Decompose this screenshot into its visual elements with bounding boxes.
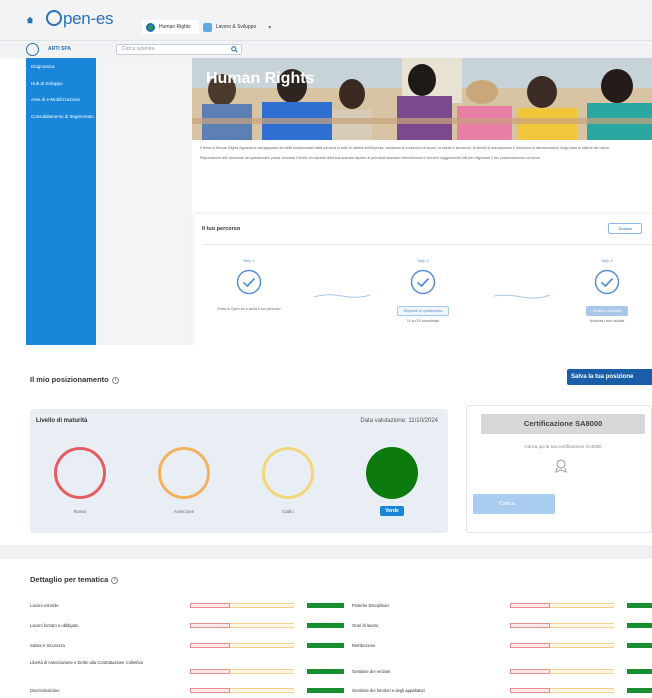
theme-label: Retribuzione: [352, 643, 376, 648]
table-row: Lavoro forzato o obbligato Orari di lavo…: [30, 623, 652, 639]
upload-button[interactable]: Carica: [473, 494, 555, 514]
selected-level-badge: Verde: [380, 506, 404, 516]
level-rosso: Rosso: [50, 447, 110, 514]
search-input[interactable]: Cerca azienda: [116, 44, 242, 55]
certification-title: Certificazione SA8000: [481, 414, 645, 434]
theme-label: Orari di lavoro: [352, 623, 379, 628]
step-status: Analizza i tuoi risultati: [589, 319, 625, 323]
company-logo-icon: [26, 43, 39, 56]
theme-label: Salute e Sicurezza: [30, 643, 65, 648]
sidebar-item-consolidamento[interactable]: Consolidamento di Segmentato: [26, 108, 96, 125]
globe-icon: [146, 22, 155, 32]
step-3-button[interactable]: Analizza i risultati: [586, 306, 628, 316]
level-ring: [366, 447, 418, 499]
step-status: 10 su 10 completate: [406, 319, 440, 323]
step-1: Step 1 Entra in Open-es e avvia il tuo p…: [204, 258, 294, 312]
check-circle-icon: [410, 269, 436, 295]
path-connector: [313, 294, 371, 298]
tab-label: Human Rights: [159, 24, 191, 30]
certification-subtitle: Carica qui la tua certificazione SA8000: [524, 444, 602, 449]
sidebar-nav: Diagnostica Hub di Sviluppo Area di e-Mo…: [26, 58, 96, 345]
path-title: Il tuo percorso: [202, 226, 241, 232]
level-arancione: Arancione: [154, 447, 214, 514]
top-app-bar: pen-es Human Rights Lavoro & Sviluppo ▾: [0, 0, 652, 40]
search-placeholder: Cerca azienda: [122, 46, 155, 52]
theme-label: Gestione dei reclami: [352, 669, 391, 674]
search-icon[interactable]: [231, 46, 238, 53]
check-circle-icon: [236, 269, 262, 295]
path-button[interactable]: Guarda: [608, 223, 642, 234]
sidebar-gutter: [96, 58, 192, 345]
theme-label: Lavoro forzato o obbligato: [30, 623, 79, 628]
table-row: Libertà di Associazione e Diritto alla C…: [30, 660, 652, 676]
theme-label: Gestione dei fornitori e degli appaltato…: [352, 688, 425, 693]
step-label: Step 1: [243, 258, 255, 263]
path-card: Il tuo percorso Guarda Step 1 Entra in O…: [194, 214, 652, 345]
level-ring: [262, 447, 314, 499]
folder-icon: [202, 22, 212, 32]
home-icon[interactable]: [26, 16, 34, 24]
theme-label: Discriminazione: [30, 688, 60, 693]
step-description: Entra in Open-es e avvia il tuo percorso: [217, 307, 281, 311]
hero-title: Human Rights: [206, 70, 315, 87]
company-bar: ARTI SPA Cerca azienda: [0, 40, 652, 58]
table-row: Lavoro minorile Pratiche Disciplinari: [30, 603, 652, 619]
level-verde: Verde: [362, 447, 422, 516]
step-3: Step 3 Analizza i risultati Analizza i t…: [562, 258, 652, 323]
step-label: Step 3: [601, 258, 613, 263]
save-position-button[interactable]: Salva la tua posizione: [567, 369, 652, 385]
maturity-card: Livello di maturità Data valutazione: 11…: [30, 409, 448, 533]
open-es-logo[interactable]: pen-es: [46, 9, 113, 29]
module-tabs: Human Rights Lavoro & Sviluppo ▾: [142, 20, 275, 34]
tab-human-rights[interactable]: Human Rights: [142, 20, 199, 34]
chevron-down-icon[interactable]: ▾: [264, 24, 275, 31]
evaluation-date: Data valutazione: 11/10/2024: [360, 418, 438, 424]
sidebar-item-hub[interactable]: Hub di Sviluppo: [26, 75, 96, 92]
divider: [202, 244, 652, 245]
info-icon[interactable]: i: [111, 377, 119, 384]
intro-text: Il tema di Human Rights riguarda la salv…: [200, 146, 646, 165]
section-title: Il mio posizionamento i: [30, 375, 119, 384]
tab-label: Lavoro & Sviluppo: [215, 24, 257, 30]
theme-label: Lavoro minorile: [30, 603, 59, 608]
logo-mark-icon: [46, 10, 62, 26]
level-label: Arancione: [173, 509, 195, 514]
level-giallo: Giallo: [258, 447, 318, 514]
hero-banner: Human Rights: [192, 58, 652, 140]
positioning-section: Il mio posizionamento i Salva la tua posi…: [0, 345, 652, 698]
step-2-button[interactable]: Rispondi al questionario: [396, 306, 450, 316]
level-ring: [158, 447, 210, 499]
tab-lavoro[interactable]: Lavoro & Sviluppo: [199, 20, 265, 34]
maturity-title: Livello di maturità: [36, 418, 88, 424]
theme-label: Pratiche Disciplinari: [352, 603, 389, 608]
level-label: Giallo: [282, 509, 294, 514]
company-name: ARTI SPA: [48, 46, 71, 52]
certificate-icon: [555, 459, 567, 473]
check-circle-icon: [594, 269, 620, 295]
level-ring: [54, 447, 106, 499]
level-label: Rosso: [73, 509, 87, 514]
sidebar-item-diagnostica[interactable]: Diagnostica: [26, 58, 96, 75]
intro-paragraph: Il tema di Human Rights riguarda la salv…: [200, 146, 611, 150]
intro-paragraph: Rispondendo alle domande del questionari…: [200, 155, 541, 160]
certification-card: Certificazione SA8000 Carica qui la tua …: [466, 405, 652, 533]
info-icon[interactable]: i: [111, 577, 119, 584]
table-row: Discriminazione Gestione dei fornitori e…: [30, 688, 652, 698]
path-connector: [493, 294, 551, 299]
step-2: Step 2 Rispondi al questionario 10 su 10…: [378, 258, 468, 323]
step-label: Step 2: [417, 258, 429, 263]
section-divider: [0, 545, 652, 559]
theme-label: Libertà di Associazione e Diritto alla C…: [30, 660, 143, 665]
table-row: Salute e Sicurezza Retribuzione: [30, 643, 652, 659]
section-title: Dettaglio per tematica i: [30, 575, 119, 584]
sidebar-item-area[interactable]: Area di e-Mobilizzazione: [26, 91, 96, 108]
